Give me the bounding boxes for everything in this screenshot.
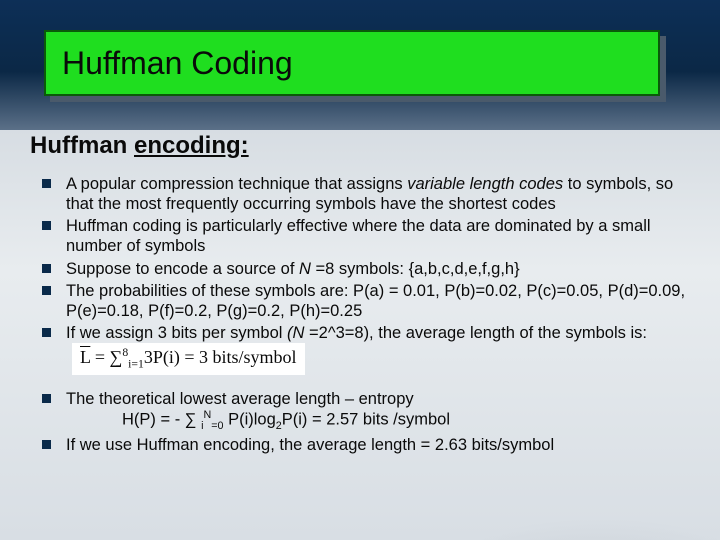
spacer (30, 377, 690, 389)
entropy-formula: H(P) = - ∑ iN=0 P(i)log2P(i) = 2.57 bits… (66, 409, 690, 433)
list-item: If we assign 3 bits per symbol (N =2^3=8… (42, 323, 690, 375)
list-item: A popular compression technique that ass… (42, 174, 690, 214)
formula-image: L = ∑8i=13P(i) = 3 bits/symbol (72, 343, 305, 375)
list-item: Huffman coding is particularly effective… (42, 216, 690, 256)
subheading-prefix: Huffman (30, 132, 134, 159)
content-area: Huffman encoding: A popular compression … (30, 132, 690, 457)
list-item: Suppose to encode a source of N =8 symbo… (42, 259, 690, 279)
subheading: Huffman encoding: (30, 132, 690, 160)
bullet-list-1: A popular compression technique that ass… (30, 174, 690, 375)
list-item: The theoretical lowest average length – … (42, 389, 690, 433)
slide-title: Huffman Coding (62, 45, 293, 82)
bullet-list-2: The theoretical lowest average length – … (30, 389, 690, 455)
subheading-underlined: encoding: (134, 132, 249, 159)
list-item: The probabilities of these symbols are: … (42, 281, 690, 321)
list-item: If we use Huffman encoding, the average … (42, 435, 690, 455)
title-bar: Huffman Coding (44, 30, 660, 96)
